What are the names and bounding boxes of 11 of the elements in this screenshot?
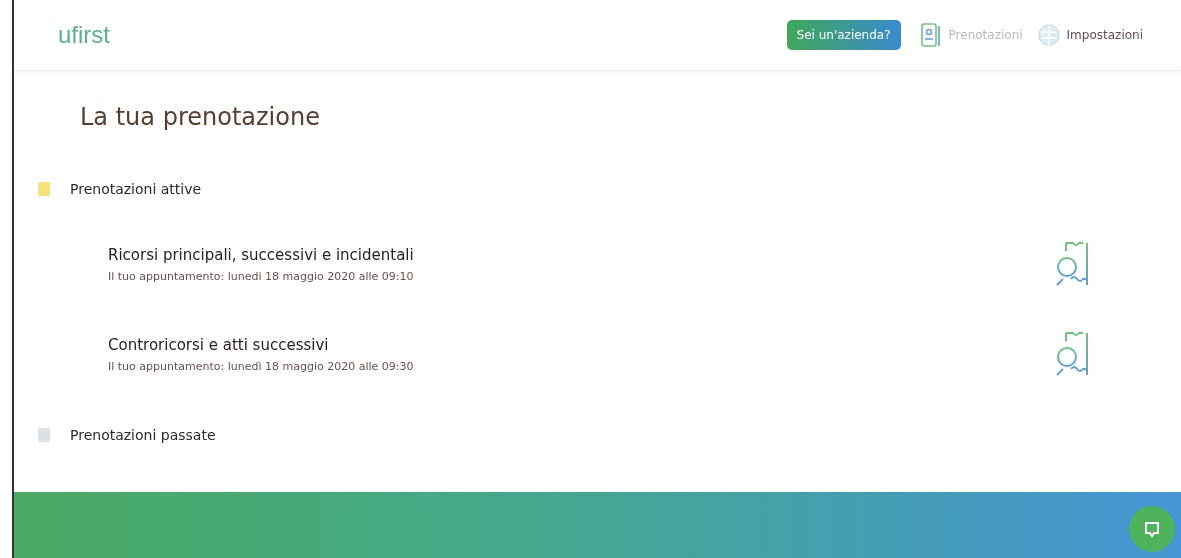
globe-icon bbox=[1036, 22, 1061, 48]
section-title: Prenotazioni attive bbox=[70, 181, 202, 197]
booking-title[interactable]: Ricorsi principali, successivi e incidentali bbox=[108, 245, 1051, 264]
appointment-text: Il tuo appuntamento: lunedì 18 maggio 2020 alle 09:30 bbox=[108, 359, 415, 373]
chat-icon bbox=[1142, 519, 1162, 539]
page-title: La tua prenotazione bbox=[80, 103, 321, 131]
chat-button[interactable] bbox=[1129, 506, 1175, 552]
nav-link[interactable]: Impostazioni bbox=[1060, 28, 1143, 42]
appointment-text: Il tuo appuntamento: lunedi 18 maggio 2020 alle 09:10 bbox=[108, 269, 415, 283]
booking-title[interactable]: Controricorsi e atti successivi bbox=[108, 335, 1051, 354]
section-title: Prenotazioni passate bbox=[70, 427, 216, 443]
